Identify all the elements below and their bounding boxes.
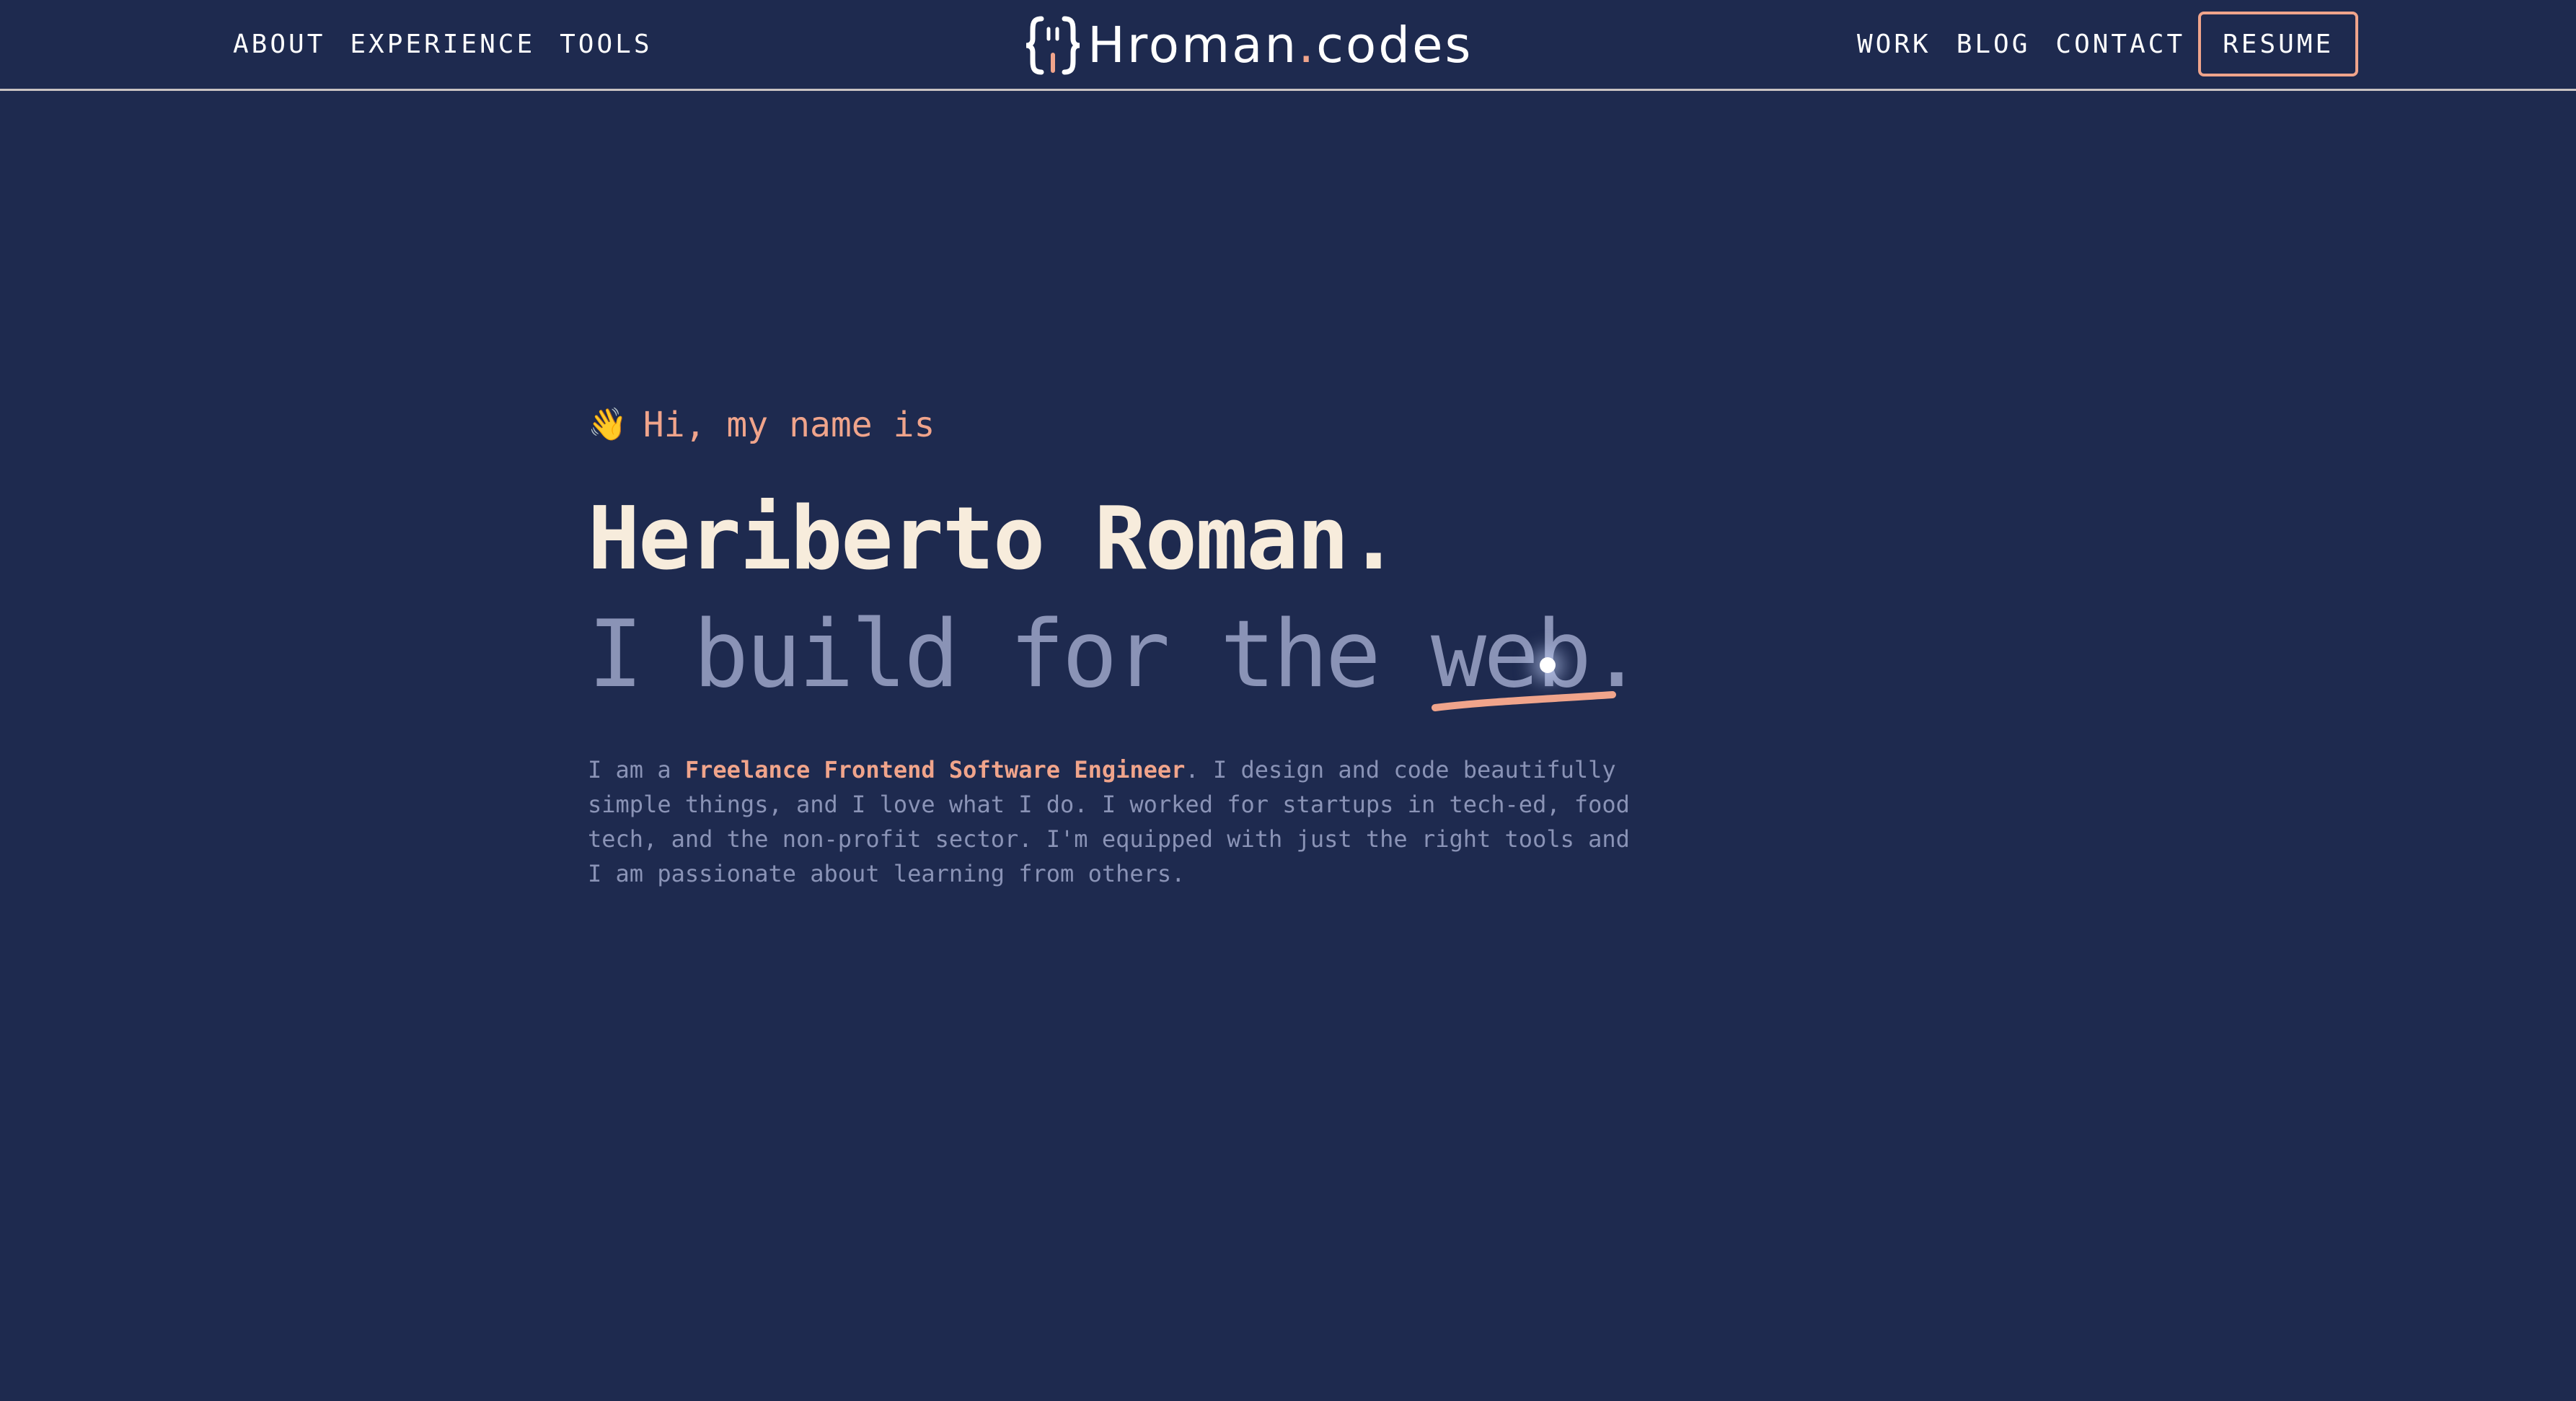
- nav-link-blog[interactable]: BLOG: [1957, 30, 2031, 59]
- greeting-text: Hi, my name is: [643, 405, 935, 445]
- tagline-word: web: [1431, 594, 1616, 716]
- nav-link-experience[interactable]: EXPERIENCE: [350, 30, 535, 59]
- tagline-prefix: I build for the: [588, 601, 1431, 708]
- resume-button[interactable]: RESUME: [2198, 12, 2359, 76]
- bio-prefix: I am a: [588, 756, 685, 783]
- brush-underline-icon: [1432, 691, 1616, 711]
- nav-link-contact[interactable]: CONTACT: [2055, 30, 2185, 59]
- nav-right-group: WORK BLOG CONTACT RESUME: [1857, 0, 2359, 88]
- nav-link-work[interactable]: WORK: [1857, 30, 1931, 59]
- logo-dot: .: [1298, 17, 1317, 74]
- top-navbar: ABOUT EXPERIENCE TOOLS Hroman.codes WORK…: [0, 0, 2576, 91]
- nav-link-about[interactable]: ABOUT: [233, 30, 325, 59]
- site-logo[interactable]: Hroman.codes: [1024, 13, 1473, 78]
- waving-hand-icon: 👋: [588, 406, 627, 443]
- hero-bio: I am a Freelance Frontend Software Engin…: [588, 752, 1641, 891]
- nav-left-group: ABOUT EXPERIENCE TOOLS: [233, 0, 677, 88]
- hero-section: 👋 Hi, my name is Heriberto Roman. I buil…: [588, 393, 1648, 914]
- nav-link-tools[interactable]: TOOLS: [560, 30, 652, 59]
- curly-braces-logo-icon: [1025, 16, 1080, 75]
- glowing-dot-icon: [1540, 657, 1556, 673]
- hero-name: Heriberto Roman.: [588, 489, 1400, 589]
- logo-suffix: codes: [1316, 17, 1473, 74]
- logo-text: Hroman.codes: [1088, 17, 1473, 74]
- logo-name: Hroman: [1088, 17, 1299, 74]
- hero-tagline: I build for the web.: [588, 594, 1648, 716]
- greeting-row: 👋 Hi, my name is: [588, 393, 1648, 457]
- bio-highlight: Freelance Frontend Software Engineer: [684, 756, 1186, 783]
